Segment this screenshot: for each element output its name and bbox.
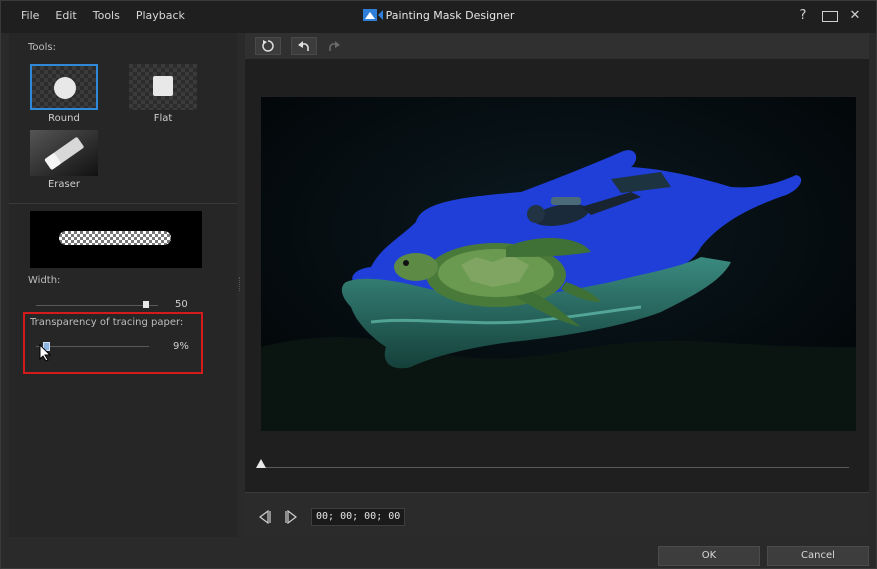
highlight-box [23,312,203,374]
panel-resize-grip[interactable] [239,277,242,291]
maximize-icon [822,11,838,22]
window-title: Painting Mask Designer [1,9,876,22]
mask-canvas[interactable] [261,97,856,431]
panel-divider [9,203,237,204]
undo-button[interactable] [291,37,317,55]
undo-icon [298,41,309,51]
timecode-display: 00; 00; 00; 00 [311,508,406,526]
mouse-cursor-icon [39,344,52,362]
dialog-button-bar: OK Cancel [1,541,876,568]
painting-mask-designer-window: File Edit Tools Playback Painting Mask D… [0,0,877,569]
painted-mask-image [261,97,856,431]
window-controls: ? ✕ [796,8,862,27]
tool-flat[interactable] [129,64,197,110]
next-frame-icon [285,509,297,525]
width-label: Width: [28,275,61,286]
width-slider[interactable] [36,305,158,306]
cancel-button[interactable]: Cancel [767,546,869,566]
brush-preview [30,211,202,268]
flat-brush-icon [153,76,173,96]
width-value: 50 [175,299,188,310]
next-frame-button[interactable] [283,509,299,528]
tools-label: Tools: [28,42,57,53]
brush-settings-panel: Tools: Round Flat Eraser Width: 50 Trans… [9,33,237,537]
tool-round[interactable] [30,64,98,110]
reset-button[interactable] [255,37,281,55]
tool-eraser-label: Eraser [47,179,81,190]
round-brush-icon [54,77,76,99]
timeline-slider-thumb[interactable] [256,459,266,468]
timeline-slider[interactable] [261,467,849,468]
previous-frame-icon [259,509,271,525]
tool-eraser[interactable] [30,130,98,176]
close-button[interactable]: ✕ [848,8,862,27]
brush-stroke-preview [59,231,171,245]
playback-bar: 00; 00; 00; 00 [245,492,869,537]
window-title-text: Painting Mask Designer [385,9,515,22]
tool-round-label: Round [48,113,80,124]
tool-flat-label: Flat [153,113,173,124]
eraser-icon [30,130,98,176]
reset-icon [262,40,274,52]
preview-panel: 00; 00; 00; 00 [245,33,869,537]
maximize-button[interactable] [822,8,838,27]
redo-button[interactable] [321,37,347,55]
ok-button[interactable]: OK [658,546,760,566]
title-bar: File Edit Tools Playback Painting Mask D… [1,1,876,33]
edit-toolbar [245,33,869,59]
width-slider-handle[interactable] [142,301,149,308]
app-logo-icon [362,9,383,21]
redo-icon [329,41,340,51]
help-button[interactable]: ? [796,8,810,27]
previous-frame-button[interactable] [257,509,273,528]
